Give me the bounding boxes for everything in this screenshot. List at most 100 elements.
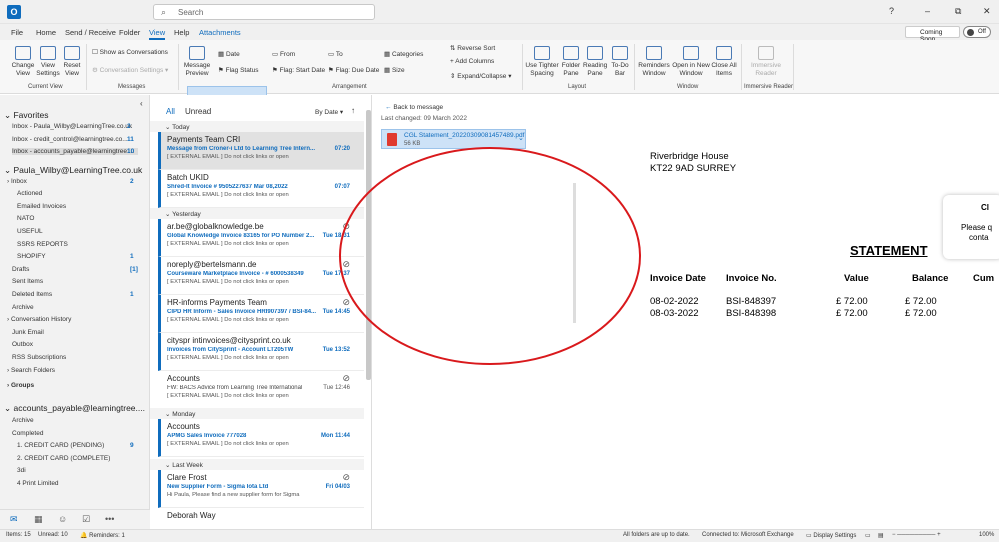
zoom-slider[interactable]: − ───────── + bbox=[892, 532, 941, 538]
more-apps-icon[interactable]: ••• bbox=[105, 514, 114, 524]
menu-help[interactable]: Help bbox=[174, 28, 189, 37]
message-item[interactable]: noreply@bertelsmann.de ⊘ Courseware Mark… bbox=[158, 257, 364, 295]
menu-send-receive[interactable]: Send / Receive bbox=[65, 28, 116, 37]
arrange-size-button[interactable]: ▦ Size bbox=[384, 66, 405, 74]
folder-item[interactable]: › Search Folders bbox=[7, 367, 55, 374]
expand-collapse-button[interactable]: ⇕ Expand/Collapse ▾ bbox=[450, 72, 512, 80]
folder-item[interactable]: Deleted Items bbox=[12, 291, 52, 298]
reading-pane-button[interactable]: Reading Pane bbox=[583, 46, 607, 78]
message-item[interactable]: Clare Frost ⊘ New Supplier Form - Sigma … bbox=[158, 470, 364, 508]
folder-item[interactable]: Outbox bbox=[12, 341, 33, 348]
message-item[interactable]: Batch UKID Shred-It Invoice # 9505227637… bbox=[158, 170, 364, 208]
arrange-flag-start-button[interactable]: ⚑ Flag: Start Date bbox=[272, 66, 325, 74]
favorite-item[interactable]: Inbox - Paula_Wilby@LearningTree.co.uk bbox=[12, 123, 138, 130]
attachment-item[interactable]: CGL Statement_20220309081457489.pdf 56 K… bbox=[381, 129, 526, 149]
message-item[interactable]: Deborah Way bbox=[158, 508, 364, 529]
folder-item[interactable]: 2. CREDIT CARD (COMPLETE) bbox=[17, 455, 110, 462]
message-item[interactable]: Accounts APMG Sales Invoice 777028 Mon 1… bbox=[158, 419, 364, 457]
message-item[interactable]: cityspr intinvoices@citysprint.co.uk Inv… bbox=[158, 333, 364, 371]
todo-bar-button[interactable]: To-Do Bar bbox=[609, 46, 631, 78]
groups-header[interactable]: › Groups bbox=[7, 382, 34, 389]
display-settings-button[interactable]: ▭ Display Settings bbox=[806, 532, 856, 539]
account-header[interactable]: ⌄ accounts_payable@learningtree.... bbox=[4, 403, 145, 414]
folder-item[interactable]: Completed bbox=[12, 430, 43, 437]
attachment-dropdown-icon[interactable]: ⌄ bbox=[518, 134, 524, 142]
account-header[interactable]: ⌄ Paula_Wilby@LearningTree.co.uk bbox=[4, 165, 142, 176]
sort-by-date-dropdown[interactable]: By Date ▾ bbox=[315, 108, 343, 116]
favorites-header[interactable]: ⌄ Favorites bbox=[4, 110, 48, 121]
arrange-categories-button[interactable]: ▦ Categories bbox=[384, 50, 423, 58]
view-normal-icon[interactable]: ▭ bbox=[865, 532, 871, 539]
folder-item[interactable]: Emailed Invoices bbox=[17, 203, 66, 210]
help-icon[interactable]: ? bbox=[889, 6, 894, 16]
folder-pane-button[interactable]: Folder Pane bbox=[560, 46, 582, 78]
arrange-to-button[interactable]: ▭ To bbox=[328, 50, 343, 58]
menu-view[interactable]: View bbox=[149, 28, 166, 40]
menu-file[interactable]: File bbox=[11, 28, 23, 37]
favorite-item[interactable]: Inbox - credit_control@learningtree.co..… bbox=[12, 136, 138, 143]
folder-item[interactable]: USEFUL bbox=[17, 228, 43, 235]
add-columns-button[interactable]: + Add Columns bbox=[450, 58, 494, 65]
message-list-scrollbar[interactable] bbox=[366, 110, 371, 380]
folder-item[interactable]: SHOPIFY bbox=[17, 253, 46, 260]
restore-icon[interactable]: ⧉ bbox=[955, 6, 961, 17]
mail-icon[interactable]: ✉ bbox=[10, 514, 18, 525]
arrange-from-button[interactable]: ▭ From bbox=[272, 50, 295, 58]
show-as-conversations-checkbox[interactable]: ☐ Show as Conversations bbox=[92, 48, 168, 56]
folder-item[interactable]: SSRS REPORTS bbox=[17, 241, 68, 248]
collapse-pane-icon[interactable]: ‹ bbox=[140, 99, 143, 108]
folder-item[interactable]: RSS Subscriptions bbox=[12, 354, 66, 361]
close-icon[interactable]: ✕ bbox=[983, 6, 991, 17]
tasks-icon[interactable]: ☑ bbox=[82, 514, 90, 525]
message-preview-button[interactable]: Message Preview bbox=[181, 46, 213, 78]
arrange-flag-due-button[interactable]: ⚑ Flag: Due Date bbox=[328, 66, 379, 74]
section-header[interactable]: ⌄ Monday bbox=[150, 408, 364, 419]
folder-item[interactable]: Actioned bbox=[17, 190, 42, 197]
section-header[interactable]: ⌄ Today bbox=[150, 121, 364, 132]
close-all-items-button[interactable]: Close All Items bbox=[711, 46, 737, 78]
back-to-message-link[interactable]: ← Back to message bbox=[385, 104, 443, 111]
menu-home[interactable]: Home bbox=[36, 28, 56, 37]
reminders-window-button[interactable]: Reminders Window bbox=[638, 46, 670, 78]
folder-item[interactable]: › Conversation History bbox=[7, 316, 71, 323]
open-in-new-window-button[interactable]: Open in New Window bbox=[672, 46, 710, 78]
folder-item[interactable]: Drafts bbox=[12, 266, 29, 273]
folder-item[interactable]: Junk Email bbox=[12, 329, 44, 336]
menu-folder[interactable]: Folder bbox=[119, 28, 140, 37]
message-item[interactable]: HR-informs Payments Team ⊘ CIPD HR Infor… bbox=[158, 295, 364, 333]
immersive-reader-button[interactable]: Immersive Reader bbox=[748, 46, 784, 78]
view-reading-icon[interactable]: ▤ bbox=[878, 532, 884, 539]
favorite-item[interactable]: Inbox - accounts_payable@learningtree...… bbox=[12, 148, 138, 155]
reset-view-button[interactable]: Reset View bbox=[62, 46, 82, 78]
folder-item[interactable]: 1. CREDIT CARD (PENDING) bbox=[17, 442, 104, 449]
section-header[interactable]: ⌄ Last Week bbox=[150, 459, 364, 470]
folder-item[interactable]: 3di bbox=[17, 467, 26, 474]
menu-attachments[interactable]: Attachments bbox=[199, 28, 241, 37]
folder-item[interactable]: Archive bbox=[12, 304, 34, 311]
folder-item[interactable]: › Inbox bbox=[7, 178, 27, 185]
folder-item[interactable]: NATO bbox=[17, 215, 34, 222]
folder-item[interactable]: 4 Print Limited bbox=[17, 480, 59, 487]
message-item[interactable]: Payments Team CRI Message from Croner-i … bbox=[158, 132, 364, 170]
sort-direction-icon[interactable]: ↑ bbox=[351, 106, 355, 115]
use-tighter-spacing-button[interactable]: Use Tighter Spacing bbox=[525, 46, 559, 78]
tab-unread[interactable]: Unread bbox=[185, 107, 211, 116]
message-item[interactable]: Accounts ⊘ FW: BACS Advice from Learning… bbox=[158, 371, 364, 409]
coming-soon-toggle[interactable]: Off bbox=[963, 26, 991, 38]
conversation-settings-button[interactable]: ⚙ Conversation Settings ▾ bbox=[92, 66, 168, 74]
minimize-icon[interactable]: – bbox=[925, 6, 930, 16]
search-box[interactable]: ⌕ Search bbox=[153, 4, 375, 20]
folder-item[interactable]: Sent Items bbox=[12, 278, 43, 285]
calendar-icon[interactable]: ▦ bbox=[34, 514, 43, 525]
zoom-level: 100% bbox=[979, 532, 995, 538]
section-header[interactable]: ⌄ Yesterday bbox=[150, 208, 364, 219]
folder-item[interactable]: Archive bbox=[12, 417, 34, 424]
tab-all[interactable]: All bbox=[166, 107, 175, 116]
arrange-date-button[interactable]: ▦ Date bbox=[218, 50, 240, 58]
view-settings-button[interactable]: View Settings bbox=[34, 46, 62, 78]
status-reminders[interactable]: 🔔 Reminders: 1 bbox=[80, 532, 125, 539]
message-item[interactable]: ar.be@globalknowledge.be ⊘ Global Knowle… bbox=[158, 219, 364, 257]
reverse-sort-button[interactable]: ⇅ Reverse Sort bbox=[450, 44, 495, 52]
arrange-flag-status-button[interactable]: ⚑ Flag Status bbox=[218, 66, 259, 74]
people-icon[interactable]: ☺ bbox=[58, 514, 67, 524]
